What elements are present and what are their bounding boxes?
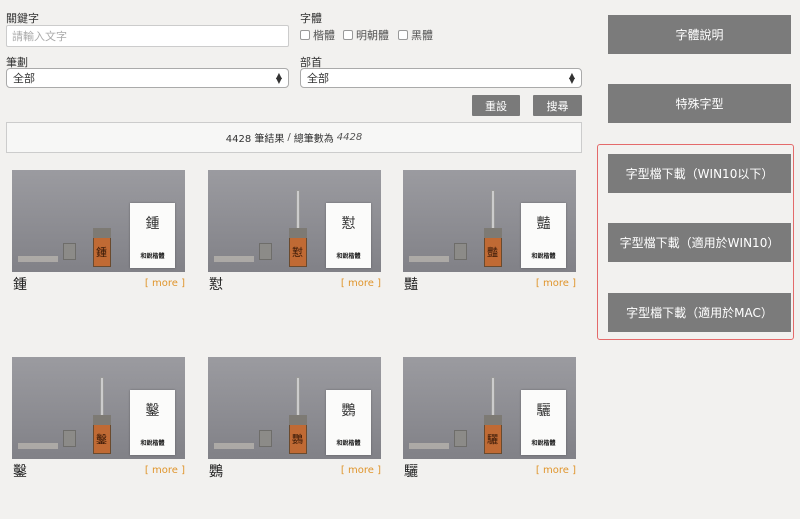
select-arrows-icon: ▲ ▼ bbox=[568, 71, 575, 85]
card-char: 鍾 bbox=[13, 277, 27, 293]
font-option-kai[interactable]: 楷體 bbox=[300, 27, 335, 43]
more-link[interactable]: [ more ] bbox=[145, 278, 185, 289]
font-option-label: 黑體 bbox=[411, 29, 433, 42]
keyword-input[interactable] bbox=[6, 25, 289, 47]
reset-button[interactable]: 重設 bbox=[472, 95, 520, 116]
font-option-label: 楷體 bbox=[313, 29, 335, 42]
more-link[interactable]: [ more ] bbox=[536, 278, 576, 289]
font-card[interactable]: 鸚 鸚和銳楷體 鸚 [ more ] bbox=[208, 357, 381, 517]
results-total-label: 總筆數為 bbox=[293, 134, 334, 145]
more-link[interactable]: [ more ] bbox=[341, 278, 381, 289]
font-photo[interactable]: 鍾 鍾和銳楷體 bbox=[12, 170, 185, 272]
photo-char: 鸚 bbox=[341, 403, 356, 419]
select-arrows-icon: ▲ ▼ bbox=[275, 71, 282, 85]
card-char: 豔 bbox=[404, 277, 418, 293]
special-chars-button[interactable]: 特殊字型 bbox=[608, 84, 791, 123]
photo-label: 和銳楷體 bbox=[531, 253, 556, 260]
font-photo[interactable]: 鸚 鸚和銳楷體 bbox=[208, 357, 381, 459]
photo-label: 和銳楷體 bbox=[336, 440, 361, 447]
checkbox[interactable] bbox=[300, 30, 310, 40]
download-win10-button[interactable]: 字型檔下載（適用於WIN10） bbox=[608, 223, 791, 262]
card-char: 鸚 bbox=[209, 464, 223, 480]
font-card[interactable]: 驪 驪和銳楷體 驪 [ more ] bbox=[403, 357, 576, 517]
results-separator: / bbox=[287, 132, 291, 143]
photo-char: 鑿 bbox=[145, 403, 160, 419]
results-count: 4428 筆結果 bbox=[225, 134, 285, 145]
more-link[interactable]: [ more ] bbox=[536, 465, 576, 476]
results-total-value: 4428 bbox=[336, 132, 363, 143]
font-option-mincho[interactable]: 明朝體 bbox=[343, 27, 389, 43]
card-char: 鑿 bbox=[13, 464, 27, 480]
photo-label: 和銳楷體 bbox=[140, 440, 165, 447]
download-win10-below-button[interactable]: 字型檔下載（WIN10以下） bbox=[608, 154, 791, 193]
photo-label: 和銳楷體 bbox=[531, 440, 556, 447]
search-button[interactable]: 搜尋 bbox=[533, 95, 582, 116]
font-option-label: 明朝體 bbox=[356, 29, 389, 42]
photo-char: 驪 bbox=[536, 403, 551, 419]
font-card[interactable]: 鍾 鍾和銳楷體 鍾 [ more ] bbox=[12, 170, 185, 330]
photo-label: 和銳楷體 bbox=[140, 253, 165, 260]
photo-char: 懟 bbox=[341, 216, 356, 232]
font-photo[interactable]: 驪 驪和銳楷體 bbox=[403, 357, 576, 459]
card-char: 驪 bbox=[404, 464, 418, 480]
strokes-select[interactable]: 全部 ▲ ▼ bbox=[6, 68, 289, 88]
font-card[interactable]: 懟 懟和銳楷體 懟 [ more ] bbox=[208, 170, 381, 330]
checkbox[interactable] bbox=[398, 30, 408, 40]
photo-label: 和銳楷體 bbox=[336, 253, 361, 260]
radical-select-value: 全部 bbox=[307, 72, 329, 85]
font-info-button[interactable]: 字體說明 bbox=[608, 15, 791, 54]
strokes-select-value: 全部 bbox=[13, 72, 35, 85]
download-mac-button[interactable]: 字型檔下載（適用於MAC） bbox=[608, 293, 791, 332]
card-char: 懟 bbox=[209, 277, 223, 293]
font-photo[interactable]: 懟 懟和銳楷體 bbox=[208, 170, 381, 272]
results-summary: 4428 筆結果 / 總筆數為 4428 bbox=[6, 122, 582, 153]
font-option-hei[interactable]: 黑體 bbox=[398, 27, 433, 43]
font-card[interactable]: 豔 豔和銳楷體 豔 [ more ] bbox=[403, 170, 576, 330]
photo-char: 鍾 bbox=[145, 216, 160, 232]
more-link[interactable]: [ more ] bbox=[145, 465, 185, 476]
checkbox[interactable] bbox=[343, 30, 353, 40]
font-label: 字體 bbox=[300, 12, 322, 25]
font-photo[interactable]: 鑿 鑿和銳楷體 bbox=[12, 357, 185, 459]
keyword-label: 關鍵字 bbox=[6, 12, 39, 25]
font-photo[interactable]: 豔 豔和銳楷體 bbox=[403, 170, 576, 272]
radical-select[interactable]: 全部 ▲ ▼ bbox=[300, 68, 582, 88]
photo-char: 豔 bbox=[536, 216, 551, 232]
font-card[interactable]: 鑿 鑿和銳楷體 鑿 [ more ] bbox=[12, 357, 185, 517]
more-link[interactable]: [ more ] bbox=[341, 465, 381, 476]
